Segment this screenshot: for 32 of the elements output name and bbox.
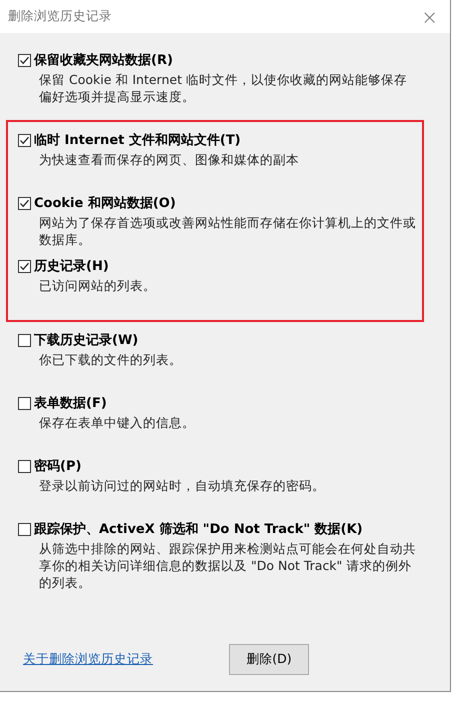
option-label: 密码(P) — [34, 458, 82, 476]
option-label: Cookie 和网站数据(O) — [34, 195, 176, 213]
option-description: 你已下载的文件的列表。 — [39, 351, 183, 368]
option-label: 历史记录(H) — [34, 258, 109, 276]
option-description: 为快速查看而保存的网页、图像和媒体的副本 — [39, 151, 300, 168]
option-description: 保存在表单中键入的信息。 — [39, 414, 196, 431]
option-description: 保留 Cookie 和 Internet 临时文件，以使你收藏的网站能够保存偏好选项并提高显示速度。 — [39, 71, 408, 105]
option-description: 登录以前访问过的网站时，自动填充保存的密码。 — [39, 477, 326, 494]
option-description: 从筛选中排除的网站、跟踪保护用来检测站点可能会在何处自动共享你的相关访问详细信息的数据以及 "Do Not Track" 请求的例外的列表。 — [39, 540, 417, 591]
option-label: 下载历史记录(W) — [34, 332, 138, 350]
checkbox[interactable] — [18, 197, 31, 210]
option-label: 表单数据(F) — [34, 395, 107, 413]
option-description: 已访问网站的列表。 — [39, 277, 157, 294]
checkmark-icon — [19, 55, 30, 66]
checkmark-icon — [19, 261, 30, 272]
option-label: 跟踪保护、ActiveX 筛选和 "Do Not Track" 数据(K) — [34, 520, 363, 539]
checkbox[interactable] — [18, 54, 31, 67]
window-title: 删除浏览历史记录 — [8, 7, 112, 26]
option-label: 保留收藏夹网站数据(R) — [34, 52, 173, 70]
delete-button[interactable]: 删除(D) — [229, 644, 309, 675]
checkmark-icon — [19, 198, 30, 209]
checkbox[interactable] — [18, 523, 31, 536]
checkbox[interactable] — [18, 260, 31, 273]
checkbox[interactable] — [18, 334, 31, 347]
option-description: 网站为了保存首选项或改善网站性能而存储在你计算机上的文件或数据库。 — [39, 214, 417, 248]
checkbox[interactable] — [18, 134, 31, 147]
help-link[interactable]: 关于删除浏览历史记录 — [23, 650, 153, 669]
option-label: 临时 Internet 文件和网站文件(T) — [34, 132, 241, 150]
checkbox[interactable] — [18, 460, 31, 473]
close-button[interactable]: × — [421, 6, 438, 26]
checkbox[interactable] — [18, 397, 31, 410]
checkmark-icon — [19, 135, 30, 146]
